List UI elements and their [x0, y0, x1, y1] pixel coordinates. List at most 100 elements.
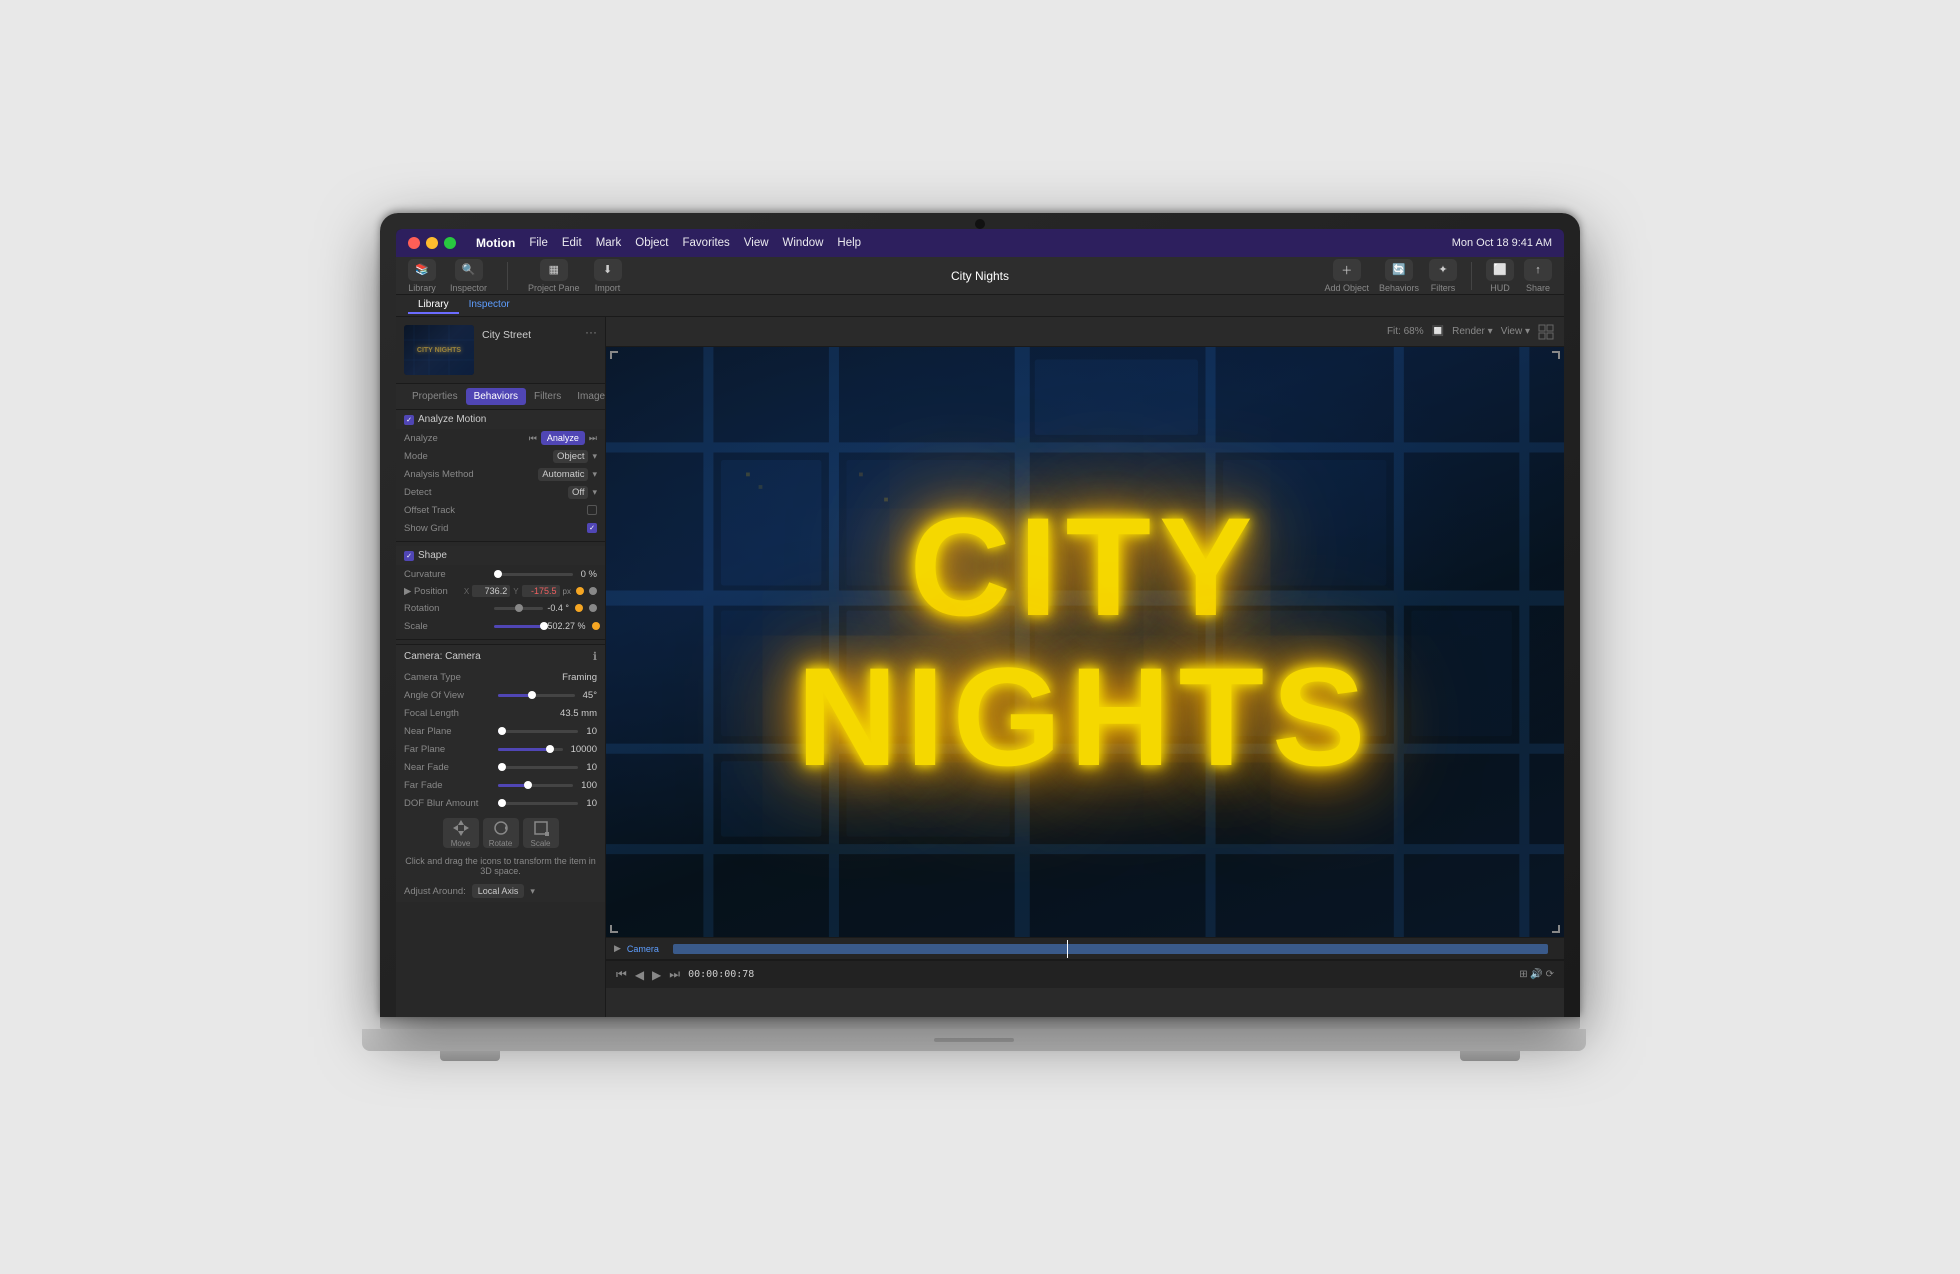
analyze-next-icon[interactable]: ⏭ — [589, 433, 597, 444]
library-button[interactable]: 📚 Library — [408, 259, 436, 293]
position-expand[interactable]: ▶ Position — [404, 586, 464, 597]
view-btn[interactable]: View ▾ — [1501, 326, 1530, 337]
behaviors-button[interactable]: 🔄 Behaviors — [1379, 259, 1419, 293]
scale-thumb — [540, 622, 548, 630]
rotate-button[interactable]: Rotate — [483, 818, 519, 848]
menu-object[interactable]: Object — [635, 237, 668, 249]
timeline-header: ▶ Camera — [606, 938, 1564, 960]
behaviors-icon: 🔄 — [1385, 259, 1413, 281]
focal-value: 43.5 mm — [494, 708, 597, 719]
scale-slider[interactable] — [494, 625, 544, 628]
adjust-label: Adjust Around: — [404, 886, 466, 897]
rotation-keyframe-2[interactable] — [589, 604, 597, 612]
menu-help[interactable]: Help — [837, 237, 861, 249]
dof-val: 10 — [586, 798, 597, 809]
import-button[interactable]: ⬇ Import — [594, 259, 622, 293]
filters-button[interactable]: ✦ Filters — [1429, 259, 1457, 293]
position-keyframe-1[interactable] — [576, 587, 584, 595]
show-grid-checkbox[interactable]: ✓ — [587, 523, 597, 533]
analyze-prev-icon[interactable]: ⏮ — [529, 433, 537, 444]
far-fade-slider[interactable] — [498, 784, 573, 787]
add-object-button[interactable]: ＋ Add Object — [1324, 259, 1369, 293]
position-x-field[interactable]: 736.2 — [472, 585, 510, 597]
project-pane-button[interactable]: ▦ Project Pane — [528, 259, 580, 293]
show-grid-label: Show Grid — [404, 523, 494, 534]
traffic-light-fullscreen[interactable] — [444, 237, 456, 249]
curvature-slider[interactable] — [498, 573, 573, 576]
near-plane-slider[interactable] — [498, 730, 578, 733]
import-icon: ⬇ — [594, 259, 622, 281]
rotation-slider[interactable] — [494, 607, 543, 610]
scale-keyframe-1[interactable] — [592, 622, 600, 630]
offset-track-checkbox[interactable] — [587, 505, 597, 515]
preview-more-button[interactable]: ··· — [585, 325, 597, 339]
near-plane-row: Near Plane 10 — [396, 722, 605, 740]
menu-mark[interactable]: Mark — [596, 237, 622, 249]
position-y-field[interactable]: -175.5 — [522, 585, 560, 597]
offset-track-row: Offset Track — [396, 501, 605, 519]
timeline: ▶ Camera ⏮ ◀ ▶ ⏭ 00: — [606, 937, 1564, 1017]
fit-label[interactable]: Fit: 68% — [1387, 326, 1424, 337]
adjust-dropdown[interactable]: Local Axis — [472, 884, 525, 898]
share-button[interactable]: ↑ Share — [1524, 259, 1552, 293]
analysis-method-dropdown[interactable]: Automatic — [538, 468, 588, 481]
timeline-ctrl-rewind[interactable]: ⏮ — [616, 967, 627, 982]
preview-section: CITY NIGHTS — [396, 317, 605, 384]
timeline-ctrl-prev[interactable]: ◀ — [635, 968, 644, 982]
separator-1 — [396, 541, 605, 542]
macos-menu-bar: Motion File Edit Mark Object Favorites V… — [396, 229, 1564, 257]
info-icon[interactable]: ℹ — [593, 650, 597, 663]
macbook-hinge — [380, 1017, 1580, 1029]
far-plane-slider[interactable] — [498, 748, 563, 751]
tab-properties[interactable]: Properties — [404, 388, 466, 405]
traffic-light-close[interactable] — [408, 237, 420, 249]
angle-slider[interactable] — [498, 694, 575, 697]
dof-slider[interactable] — [498, 802, 578, 805]
menu-favorites[interactable]: Favorites — [683, 237, 730, 249]
timeline-track-bar[interactable] — [673, 944, 1548, 954]
hud-button[interactable]: ⬜ HUD — [1486, 259, 1514, 293]
add-object-label: Add Object — [1324, 283, 1369, 293]
scale-button[interactable]: Scale — [523, 818, 559, 848]
traffic-light-minimize[interactable] — [426, 237, 438, 249]
import-label: Import — [595, 283, 621, 293]
menu-window[interactable]: Window — [783, 237, 824, 249]
tab-inspector[interactable]: Inspector — [459, 297, 520, 314]
preview-label-text: City Street — [482, 325, 531, 341]
mode-dropdown[interactable]: Object — [553, 450, 588, 463]
render-btn[interactable]: Render ▾ — [1452, 326, 1493, 337]
tab-behaviors[interactable]: Behaviors — [466, 388, 526, 405]
near-fade-slider[interactable] — [498, 766, 578, 769]
tab-library[interactable]: Library — [408, 297, 459, 314]
focal-row: Focal Length 43.5 mm — [396, 704, 605, 722]
inspector-content: ✓ Analyze Motion Analyze ⏮ Analyze ⏭ — [396, 410, 605, 902]
analyze-motion-checkbox[interactable]: ✓ — [404, 415, 414, 425]
filters-label: Filters — [1431, 283, 1456, 293]
analyze-active-btn[interactable]: Analyze — [541, 431, 585, 445]
app-name-menu[interactable]: Motion — [476, 236, 515, 250]
tab-filters[interactable]: Filters — [526, 388, 569, 405]
timeline-ctrl-forward[interactable]: ⏭ — [669, 967, 680, 982]
canvas-container[interactable]: CITY NIGHTS — [606, 347, 1564, 937]
transform-icons: Move Rotate — [396, 812, 605, 854]
menu-view[interactable]: View — [744, 237, 769, 249]
analysis-method-row: Analysis Method Automatic ▾ — [396, 465, 605, 483]
shape-checkbox[interactable]: ✓ — [404, 551, 414, 561]
project-pane-icon: ▦ — [540, 259, 568, 281]
timeline-ctrl-play[interactable]: ▶ — [652, 968, 661, 982]
move-button[interactable]: Move — [443, 818, 479, 848]
city-nights-line2: NIGHTS — [797, 647, 1374, 787]
curvature-value: 0 % — [494, 569, 597, 580]
share-icon: ↑ — [1524, 259, 1552, 281]
menu-file[interactable]: File — [529, 237, 548, 249]
rotation-keyframe-1[interactable] — [575, 604, 583, 612]
tab-image[interactable]: Image — [569, 388, 606, 405]
position-keyframe-2[interactable] — [589, 587, 597, 595]
focal-label: Focal Length — [404, 708, 494, 719]
offset-track-value — [494, 505, 597, 515]
inspector-button[interactable]: 🔍 Inspector — [450, 259, 487, 293]
title-bar-controls: 📚 Library 🔍 Inspector ▦ Project Pane — [408, 259, 622, 293]
preview-thumb-inner: CITY NIGHTS — [404, 325, 474, 375]
menu-edit[interactable]: Edit — [562, 237, 582, 249]
detect-dropdown[interactable]: Off — [568, 486, 589, 499]
